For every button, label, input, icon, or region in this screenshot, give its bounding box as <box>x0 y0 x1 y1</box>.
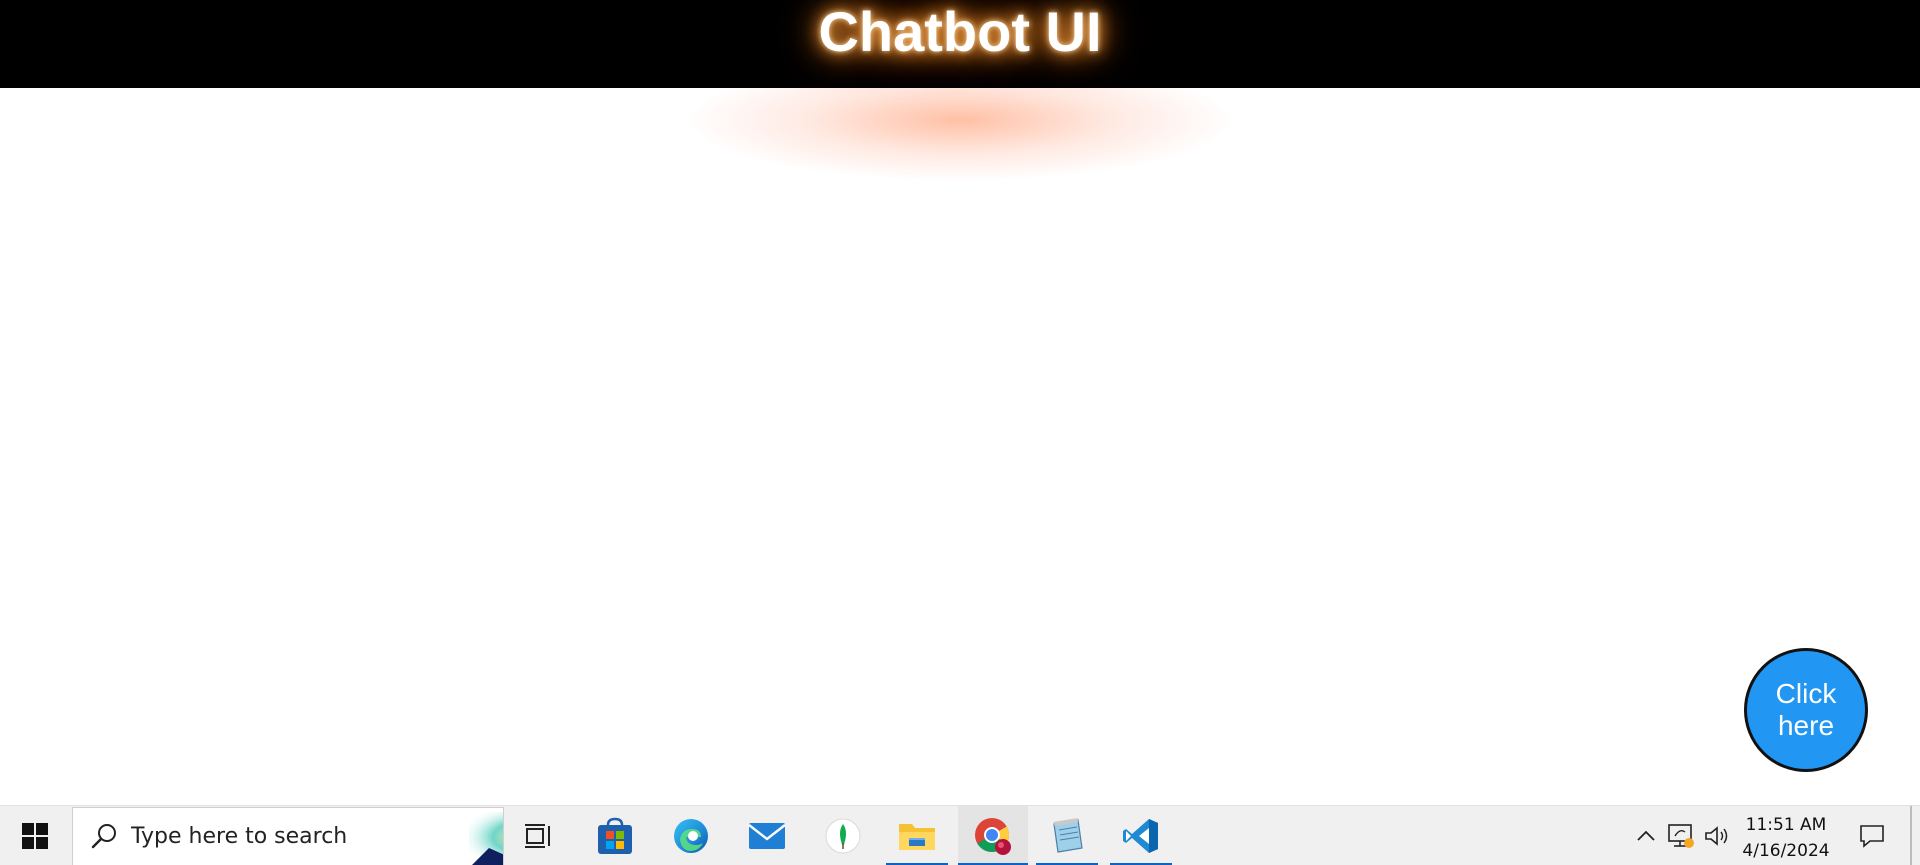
taskbar-app-file-explorer[interactable] <box>886 806 948 865</box>
task-view-button[interactable] <box>508 806 570 865</box>
taskbar-app-notepad[interactable] <box>1036 806 1098 865</box>
chat-open-button[interactable]: Click here <box>1744 648 1868 772</box>
app-window: Chatbot UI Click here Type here to searc… <box>0 0 1920 865</box>
mongodb-compass-icon <box>825 818 861 854</box>
network-icon <box>1668 824 1694 848</box>
taskbar-app-store[interactable] <box>584 806 646 865</box>
clock-date: 4/16/2024 <box>1742 841 1830 861</box>
edge-icon <box>674 819 708 853</box>
volume-control[interactable] <box>1700 806 1734 865</box>
search-icon <box>91 824 116 849</box>
search-highlight-illustration <box>469 812 503 865</box>
notepad-icon <box>1053 818 1083 853</box>
volume-icon <box>1705 826 1728 846</box>
show-desktop-button[interactable] <box>1910 806 1912 865</box>
chevron-up-icon <box>1637 830 1655 841</box>
show-hidden-icons-button[interactable] <box>1630 806 1662 865</box>
taskbar-clock[interactable]: 11:51 AM 4/16/2024 <box>1736 812 1836 862</box>
chrome-icon <box>975 818 1011 855</box>
taskbar-app-mail[interactable] <box>736 806 798 865</box>
action-center-button[interactable] <box>1852 806 1892 865</box>
page-title: Chatbot UI <box>818 0 1102 63</box>
start-button[interactable] <box>0 806 70 865</box>
notification-icon <box>1860 825 1884 848</box>
clock-time: 11:51 AM <box>1745 815 1827 835</box>
taskbar-app-vscode[interactable] <box>1110 806 1172 865</box>
search-input[interactable] <box>131 808 461 865</box>
taskbar-search-box[interactable] <box>72 807 504 865</box>
taskbar-app-edge[interactable] <box>660 806 722 865</box>
windows-logo-icon <box>22 823 48 849</box>
microsoft-store-icon <box>598 817 632 854</box>
mail-icon <box>748 823 786 849</box>
vscode-icon <box>1123 819 1158 853</box>
taskbar-app-mongodb[interactable] <box>812 806 874 865</box>
file-explorer-icon <box>899 824 935 850</box>
network-status[interactable] <box>1664 806 1698 865</box>
taskbar-app-chrome[interactable] <box>958 806 1028 865</box>
task-view-icon <box>525 824 550 848</box>
taskbar: 11:51 AM 4/16/2024 <box>0 805 1920 865</box>
